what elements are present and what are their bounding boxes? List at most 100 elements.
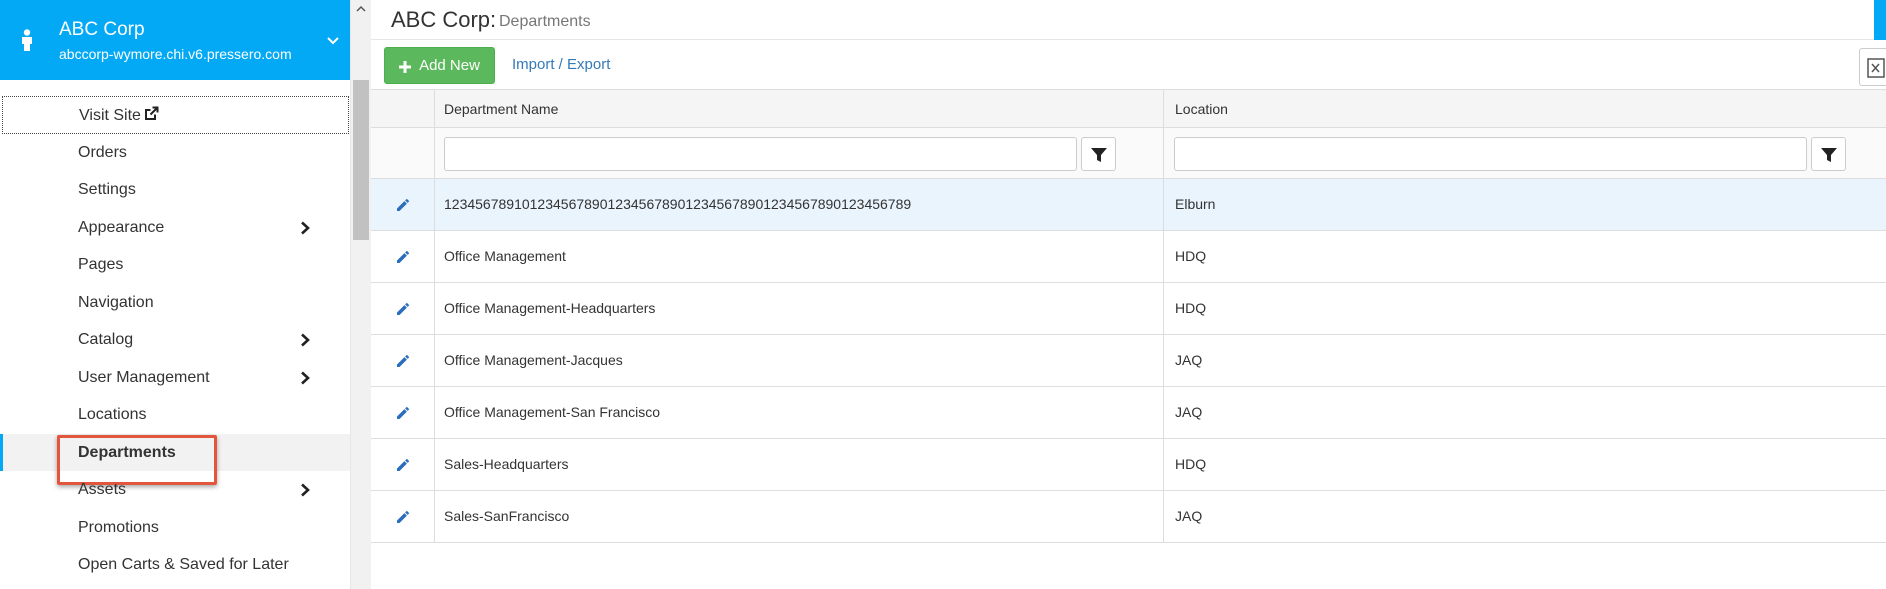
table-row[interactable]: Sales-Headquarters HDQ bbox=[371, 439, 1886, 491]
sidebar-item-label: Catalog bbox=[78, 331, 134, 348]
location-filter-button[interactable] bbox=[1811, 137, 1846, 171]
import-export-link[interactable]: Import / Export bbox=[512, 56, 610, 73]
scrollbar-thumb[interactable] bbox=[353, 80, 369, 240]
visit-site-wrapper: Visit Site bbox=[79, 106, 159, 125]
column-divider bbox=[434, 128, 435, 178]
grid-header-row: Department Name Location bbox=[371, 90, 1886, 128]
sidebar-item-label: Appearance bbox=[78, 218, 165, 236]
table-row[interactable]: Office Management-Headquarters HDQ bbox=[371, 283, 1886, 335]
sidebar-item-assets[interactable]: Assets bbox=[0, 471, 350, 509]
page-header: ABC Corp: Departments bbox=[371, 0, 1886, 40]
app-window: ABC Corp abccorp-wymore.chi.v6.pressero.… bbox=[0, 0, 1886, 589]
sidebar-item-label: Open Carts & Saved for Later bbox=[78, 556, 289, 573]
sidebar-item-locations[interactable]: Locations bbox=[0, 396, 350, 434]
scroll-up-icon[interactable] bbox=[351, 0, 371, 18]
table-row[interactable]: 1234567891012345678901234567890123456789… bbox=[371, 179, 1886, 231]
add-new-label: Add New bbox=[419, 57, 480, 74]
column-divider bbox=[1163, 387, 1164, 438]
sidebar-item-label: Departments bbox=[78, 443, 176, 461]
site-domain: abccorp-wymore.chi.v6.pressero.com bbox=[59, 46, 292, 62]
column-divider bbox=[1163, 128, 1164, 178]
location-cell: Elburn bbox=[1175, 196, 1216, 212]
department-name-filter-button[interactable] bbox=[1081, 137, 1116, 171]
column-divider bbox=[434, 90, 435, 127]
location-cell: HDQ bbox=[1175, 248, 1207, 264]
filter-icon bbox=[1821, 148, 1837, 162]
export-excel-button[interactable] bbox=[1859, 48, 1886, 86]
pencil-icon[interactable] bbox=[395, 509, 411, 525]
sidebar-item-pages[interactable]: Pages bbox=[0, 246, 350, 284]
pencil-icon[interactable] bbox=[395, 353, 411, 369]
sidebar-item-label: Pages bbox=[78, 256, 124, 273]
pencil-icon[interactable] bbox=[395, 249, 411, 265]
sidebar-item-label: Settings bbox=[78, 181, 136, 198]
sidebar-nav: Visit Site Orders Settings Appearance Pa… bbox=[0, 96, 350, 584]
chevron-right-icon bbox=[298, 483, 312, 497]
department-name-cell: Office Management bbox=[444, 248, 566, 264]
column-divider bbox=[1163, 231, 1164, 282]
person-icon bbox=[20, 29, 34, 51]
page-subtitle: Departments bbox=[499, 13, 591, 30]
sidebar-item-settings[interactable]: Settings bbox=[0, 171, 350, 209]
column-divider bbox=[1163, 283, 1164, 334]
column-divider bbox=[434, 231, 435, 282]
add-new-button[interactable]: Add New bbox=[384, 47, 495, 84]
chevron-down-icon[interactable] bbox=[325, 32, 341, 48]
plus-icon bbox=[399, 60, 412, 73]
sidebar-item-navigation[interactable]: Navigation bbox=[0, 284, 350, 322]
toolbar: Add New Import / Export bbox=[371, 40, 1886, 90]
chevron-right-icon bbox=[298, 333, 312, 347]
location-cell: HDQ bbox=[1175, 300, 1207, 316]
sidebar-item-user-management[interactable]: User Management bbox=[0, 359, 350, 397]
table-row[interactable]: Office Management-Jacques JAQ bbox=[371, 335, 1886, 387]
sidebar-item-departments[interactable]: Departments bbox=[0, 433, 350, 485]
column-header-department-name[interactable]: Department Name bbox=[444, 101, 558, 117]
filter-icon bbox=[1091, 148, 1107, 162]
sidebar-item-visit-site[interactable]: Visit Site bbox=[2, 96, 349, 134]
pencil-icon[interactable] bbox=[395, 405, 411, 421]
table-row[interactable]: Office Management HDQ bbox=[371, 231, 1886, 283]
department-name-filter-input[interactable] bbox=[444, 137, 1077, 171]
pencil-icon[interactable] bbox=[395, 301, 411, 317]
column-divider bbox=[1163, 491, 1164, 542]
column-divider bbox=[1163, 439, 1164, 490]
department-name-cell: Office Management-Headquarters bbox=[444, 300, 656, 316]
pencil-icon[interactable] bbox=[395, 457, 411, 473]
column-divider bbox=[1163, 90, 1164, 127]
column-header-location[interactable]: Location bbox=[1175, 101, 1228, 117]
excel-icon bbox=[1867, 58, 1885, 78]
sidebar-item-open-carts[interactable]: Open Carts & Saved for Later bbox=[0, 546, 350, 584]
location-cell: JAQ bbox=[1175, 404, 1203, 420]
sidebar-item-label: Visit Site bbox=[79, 107, 141, 124]
table-row[interactable]: Sales-SanFrancisco JAQ bbox=[371, 491, 1886, 543]
sidebar-item-orders[interactable]: Orders bbox=[0, 134, 350, 172]
department-name-cell: Office Management-Jacques bbox=[444, 352, 623, 368]
table-row[interactable]: Office Management-San Francisco JAQ bbox=[371, 387, 1886, 439]
sidebar-item-label: Navigation bbox=[78, 293, 154, 311]
pencil-icon[interactable] bbox=[395, 197, 411, 213]
sidebar-scrollbar[interactable] bbox=[351, 0, 371, 589]
departments-grid: Department Name Location 123456789101234… bbox=[371, 90, 1886, 543]
chevron-right-icon bbox=[298, 221, 312, 235]
site-switcher[interactable]: ABC Corp abccorp-wymore.chi.v6.pressero.… bbox=[0, 0, 350, 80]
column-divider bbox=[434, 439, 435, 490]
main-content: ABC Corp: Departments Add New Import / E… bbox=[371, 0, 1886, 589]
sidebar-item-label: Locations bbox=[78, 406, 147, 423]
column-divider bbox=[434, 335, 435, 386]
column-divider bbox=[434, 283, 435, 334]
location-cell: JAQ bbox=[1175, 508, 1203, 524]
location-cell: HDQ bbox=[1175, 456, 1207, 472]
sidebar-item-appearance[interactable]: Appearance bbox=[0, 209, 350, 247]
sidebar-item-label: Assets bbox=[78, 481, 127, 498]
grid-filter-row bbox=[371, 128, 1886, 179]
sidebar-item-catalog[interactable]: Catalog bbox=[0, 321, 350, 359]
sidebar: ABC Corp abccorp-wymore.chi.v6.pressero.… bbox=[0, 0, 351, 589]
column-divider bbox=[1163, 335, 1164, 386]
sidebar-item-promotions[interactable]: Promotions bbox=[0, 509, 350, 547]
location-filter-input[interactable] bbox=[1174, 137, 1807, 171]
sidebar-item-label: Promotions bbox=[78, 518, 159, 536]
location-cell: JAQ bbox=[1175, 352, 1203, 368]
column-divider bbox=[434, 387, 435, 438]
department-name-cell: 1234567891012345678901234567890123456789… bbox=[444, 196, 912, 212]
column-divider bbox=[434, 491, 435, 542]
